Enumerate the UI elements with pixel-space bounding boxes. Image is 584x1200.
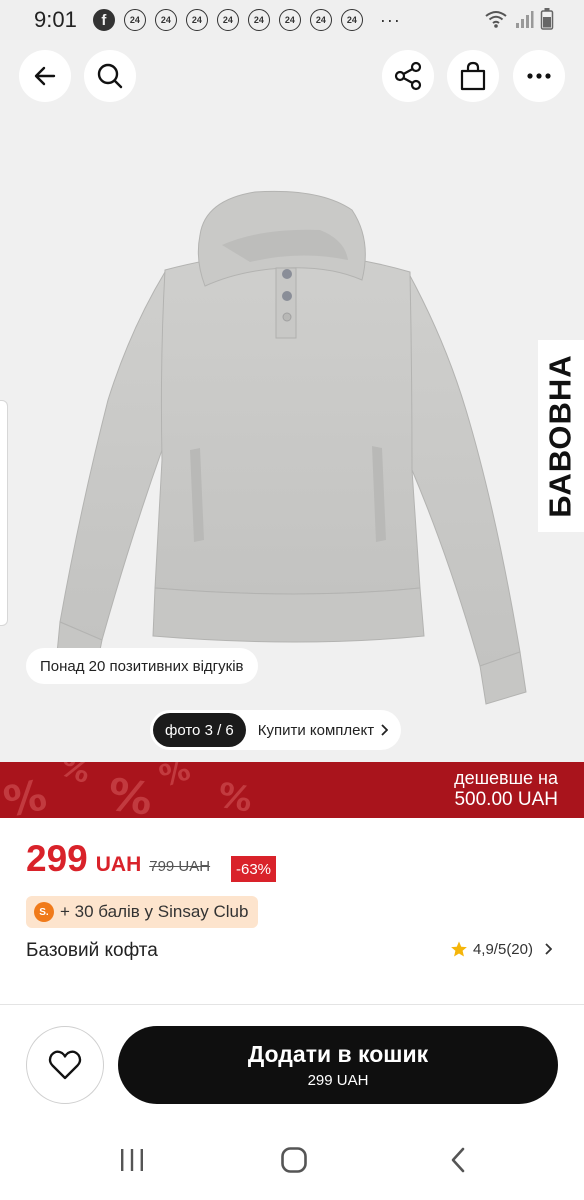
favorite-button[interactable] [26, 1026, 104, 1104]
status-icons [484, 8, 554, 30]
more-notifications-indicator: ··· [379, 9, 401, 30]
photo-counter: фото 3 / 6 [153, 713, 246, 747]
price-currency: UAH [95, 853, 142, 876]
system-back-button[interactable] [436, 1140, 480, 1180]
add-to-cart-label: Додати в кошик [247, 1041, 429, 1067]
reviews-badge: Понад 20 позитивних відгуків [26, 648, 258, 684]
notification-badge: 24 [340, 9, 363, 31]
discount-badge: -63% [231, 856, 277, 882]
reviews-badge-text: Понад 20 позитивних відгуків [40, 657, 244, 675]
percent-decoration-icon: % [54, 762, 96, 792]
old-price: 799 UAH [149, 858, 211, 875]
notification-badge: 24 [247, 9, 270, 31]
sinsay-club-icon: S. [34, 902, 54, 922]
notification-badge: 24 [278, 9, 301, 31]
back-icon [451, 1147, 465, 1173]
buy-set-label: Купити комплект [257, 721, 375, 739]
promo-line2: 500.00 UAH [454, 789, 558, 810]
share-button[interactable] [382, 50, 434, 102]
percent-decoration-icon: % [0, 770, 51, 818]
rating-summary[interactable]: 4,9/5 (20) [450, 940, 552, 958]
promo-banner[interactable]: % % % % % дешевше на 500.00 UAH [0, 762, 584, 818]
recent-apps-icon [121, 1149, 143, 1171]
divider [0, 1004, 584, 1005]
notification-badge: 24 [123, 9, 146, 31]
share-icon [394, 61, 422, 91]
more-icon [527, 73, 551, 79]
rating-value: 4,9/5 [472, 940, 507, 958]
signal-icon [516, 11, 534, 28]
material-label-tab: БАВОВНА [538, 340, 584, 532]
star-icon [451, 941, 467, 957]
current-price: 299 [26, 838, 88, 879]
add-to-cart-button[interactable]: Додати в кошик 299 UAH [118, 1026, 558, 1104]
promo-line1: дешевше на [454, 768, 558, 788]
battery-icon [540, 8, 554, 30]
search-icon [97, 63, 123, 89]
home-button[interactable] [272, 1140, 316, 1180]
search-button[interactable] [84, 50, 136, 102]
chevron-right-icon [545, 943, 552, 955]
arrow-back-icon [34, 66, 56, 86]
wifi-icon [485, 11, 507, 28]
notification-badge: 24 [154, 9, 177, 31]
product-image-gallery[interactable]: БАВОВНА Понад 20 позитивних відгуків фот… [0, 40, 584, 762]
notification-badge: 24 [185, 9, 208, 31]
club-points-badge[interactable]: S. + 30 балів у Sinsay Club [26, 896, 259, 928]
promo-text: дешевше на 500.00 UAH [454, 768, 558, 810]
status-bar: 9:01 f 24 24 24 24 24 24 24 24 ··· [0, 0, 584, 40]
notification-badge: 24 [309, 9, 332, 31]
home-icon [281, 1147, 307, 1173]
price-row: 299 UAH 799 UAH [26, 838, 210, 880]
percent-decoration-icon: % [155, 762, 195, 795]
recent-apps-button[interactable] [110, 1140, 154, 1180]
percent-decoration-icon: % [104, 769, 156, 818]
material-label: БАВОВНА [543, 354, 579, 518]
more-options-button[interactable] [513, 50, 565, 102]
photo-navigation: фото 3 / 6 Купити комплект [150, 710, 402, 750]
facebook-icon: f [92, 9, 115, 31]
add-to-cart-price: 299 UAH [307, 1072, 369, 1089]
status-time: 9:01 [34, 7, 77, 32]
heart-icon [48, 1050, 82, 1080]
notification-badge: 24 [216, 9, 239, 31]
review-count: (20) [506, 940, 533, 958]
system-nav-bar [0, 1120, 584, 1200]
club-points-text: + 30 балів у Sinsay Club [60, 902, 249, 921]
shopping-bag-icon [460, 61, 486, 91]
cart-button[interactable] [447, 50, 499, 102]
back-button[interactable] [19, 50, 71, 102]
buy-set-link[interactable]: Купити комплект [246, 722, 398, 739]
chevron-right-icon [381, 724, 389, 736]
percent-decoration-icon: % [214, 775, 256, 818]
gallery-side-handle[interactable] [0, 400, 8, 626]
product-title: Базовий кофта [26, 940, 158, 961]
